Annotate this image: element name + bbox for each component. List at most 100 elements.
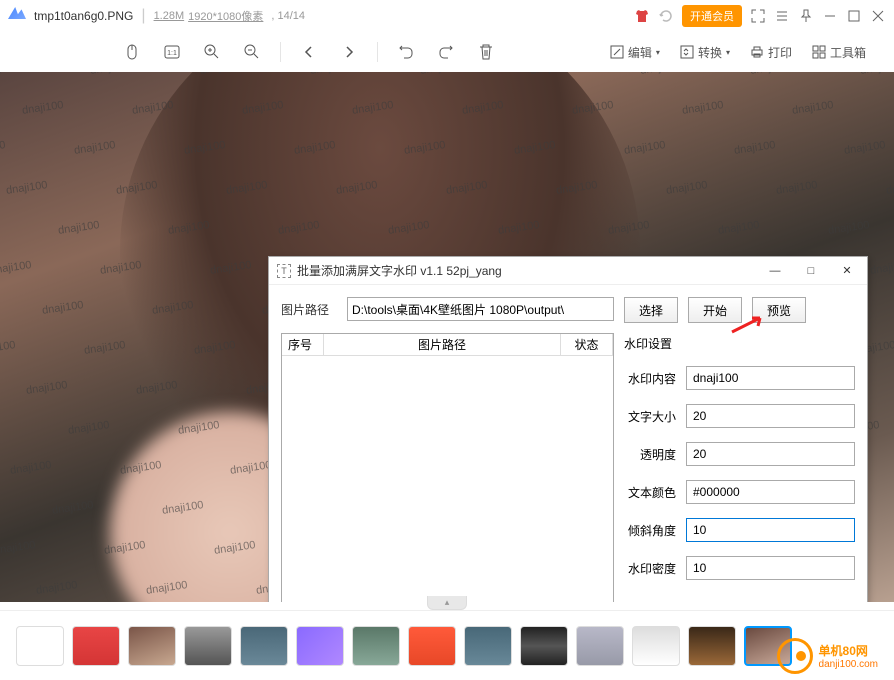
actual-size-icon[interactable]: 1:1: [154, 34, 190, 70]
watermark-text: dnaji100: [0, 339, 16, 357]
watermark-text: dnaji100: [0, 539, 36, 557]
watermark-text: dnaji100: [827, 219, 870, 237]
watermark-text: dnaji100: [665, 179, 708, 197]
col-path[interactable]: 图片路径: [324, 334, 561, 355]
thumbnail[interactable]: [352, 626, 400, 666]
next-icon[interactable]: [331, 34, 367, 70]
watermark-text: dnaji100: [639, 72, 682, 77]
size-label: 文字大小: [624, 408, 686, 425]
angle-input[interactable]: [686, 518, 855, 542]
file-dimensions[interactable]: 1920*1080像素: [188, 8, 263, 24]
minimize-icon[interactable]: [822, 8, 838, 24]
pin-icon[interactable]: [798, 8, 814, 24]
file-table[interactable]: 序号 图片路径 状态 <>: [281, 333, 614, 602]
svg-text:1:1: 1:1: [167, 50, 177, 57]
watermark-text: dnaji100: [0, 259, 32, 277]
settings-title: 水印设置: [624, 335, 855, 352]
watermark-text: dnaji100: [775, 179, 818, 197]
refresh-icon[interactable]: [658, 8, 674, 24]
watermark-text: dnaji100: [83, 339, 126, 357]
watermark-dialog: T 批量添加满屏文字水印 v1.1 52pj_yang — □ ✕ 图片路径 序…: [268, 256, 868, 602]
tshirt-icon[interactable]: [634, 8, 650, 24]
maximize-icon[interactable]: [846, 8, 862, 24]
thumbnail[interactable]: [128, 626, 176, 666]
density-input[interactable]: [686, 556, 855, 580]
dialog-minimize-icon[interactable]: —: [763, 261, 787, 281]
zoom-in-icon[interactable]: [194, 34, 230, 70]
thumbnail[interactable]: [632, 626, 680, 666]
thumbnail[interactable]: [72, 626, 120, 666]
site-name: 单机80网: [819, 642, 878, 659]
toolbar: 1:1 编辑▾ 转换▾ 打印 工具箱: [0, 32, 894, 72]
start-button[interactable]: 开始: [688, 297, 742, 323]
zoom-out-icon[interactable]: [234, 34, 270, 70]
thumbnail[interactable]: [520, 626, 568, 666]
select-button[interactable]: 选择: [624, 297, 678, 323]
thumbnail[interactable]: [184, 626, 232, 666]
dialog-title: 批量添加满屏文字水印 v1.1 52pj_yang: [297, 262, 502, 279]
toolbox-button[interactable]: 工具箱: [804, 34, 874, 70]
watermark-text: dnaji100: [73, 139, 116, 157]
print-button[interactable]: 打印: [742, 34, 800, 70]
size-input[interactable]: [686, 404, 855, 428]
angle-label: 倾斜角度: [624, 522, 686, 539]
thumbnail-strip: 单机80网 danji100.com: [0, 610, 894, 680]
app-logo-icon: [8, 7, 26, 25]
thumbnail[interactable]: [16, 626, 64, 666]
content-input[interactable]: [686, 366, 855, 390]
thumbnail-toggle[interactable]: ▴: [427, 596, 467, 610]
watermark-text: dnaji100: [885, 179, 894, 197]
file-size[interactable]: 1.28M: [154, 10, 185, 22]
watermark-text: dnaji100: [717, 219, 760, 237]
close-icon[interactable]: [870, 8, 886, 24]
density-label: 水印密度: [624, 560, 686, 577]
watermark-text: dnaji100: [35, 579, 78, 597]
thumbnail[interactable]: [408, 626, 456, 666]
titlebar: tmp1t0an6g0.PNG | 1.28M 1920*1080像素 , 14…: [0, 0, 894, 32]
col-index[interactable]: 序号: [282, 334, 324, 355]
delete-icon[interactable]: [468, 34, 504, 70]
color-input[interactable]: [686, 480, 855, 504]
thumbnail[interactable]: [688, 626, 736, 666]
opacity-input[interactable]: [686, 442, 855, 466]
dialog-close-icon[interactable]: ✕: [835, 261, 859, 281]
mouse-icon[interactable]: [114, 34, 150, 70]
watermark-text: dnaji100: [733, 139, 776, 157]
rotate-left-icon[interactable]: [388, 34, 424, 70]
thumbnail[interactable]: [464, 626, 512, 666]
watermark-text: dnaji100: [843, 139, 886, 157]
menu-icon[interactable]: [774, 8, 790, 24]
convert-button[interactable]: 转换▾: [672, 34, 738, 70]
preview-button[interactable]: 预览: [752, 297, 806, 323]
rotate-right-icon[interactable]: [428, 34, 464, 70]
thumbnail[interactable]: [240, 626, 288, 666]
path-input[interactable]: [347, 297, 614, 321]
file-name: tmp1t0an6g0.PNG: [34, 9, 133, 23]
opacity-label: 透明度: [624, 446, 686, 463]
watermark-text: dnaji100: [41, 299, 84, 317]
edit-button[interactable]: 编辑▾: [602, 34, 668, 70]
watermark-text: dnaji100: [681, 99, 724, 117]
col-status[interactable]: 状态: [561, 334, 613, 355]
image-canvas[interactable]: dnaji100 dnaji100 dnaji100 dnaji100 dnaji100…: [0, 72, 894, 602]
watermark-text: dnaji100: [749, 72, 792, 77]
watermark-text: dnaji100: [623, 139, 666, 157]
watermark-text: dnaji100: [5, 179, 48, 197]
site-url: danji100.com: [819, 659, 878, 670]
thumbnail[interactable]: [576, 626, 624, 666]
vip-button[interactable]: 开通会员: [682, 5, 742, 27]
watermark-text: dnaji100: [89, 72, 132, 77]
separator: |: [141, 7, 145, 25]
thumbnail[interactable]: [296, 626, 344, 666]
watermark-text: dnaji100: [859, 72, 894, 77]
watermark-text: dnaji100: [791, 99, 834, 117]
watermark-text: dnaji100: [0, 139, 6, 157]
watermark-text: dnaji100: [51, 499, 94, 517]
fullscreen-icon[interactable]: [750, 8, 766, 24]
prev-icon[interactable]: [291, 34, 327, 70]
dialog-maximize-icon[interactable]: □: [799, 261, 823, 281]
dialog-titlebar[interactable]: T 批量添加满屏文字水印 v1.1 52pj_yang — □ ✕: [269, 257, 867, 285]
watermark-text: dnaji100: [67, 419, 110, 437]
watermark-text: dnaji100: [25, 379, 68, 397]
watermark-text: dnaji100: [9, 459, 52, 477]
